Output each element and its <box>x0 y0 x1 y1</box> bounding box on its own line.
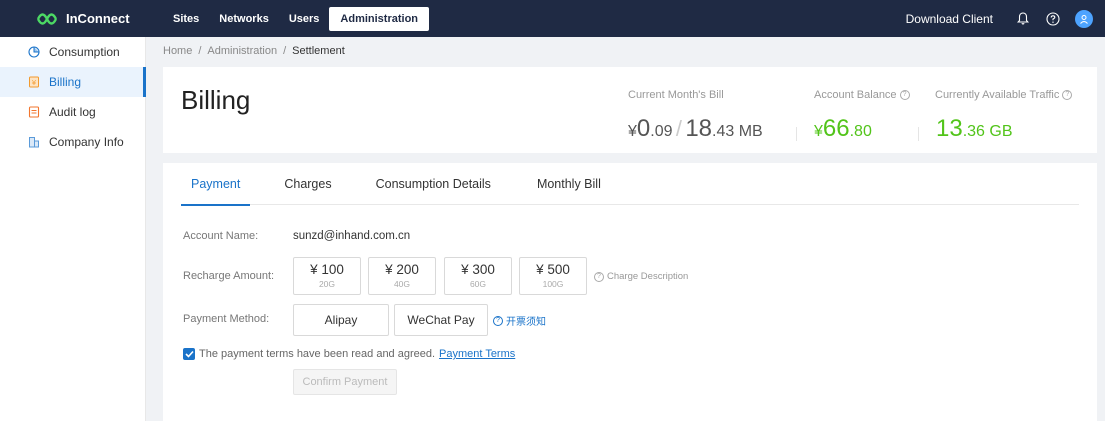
available-traffic-value: 13.36 GB <box>936 115 1013 143</box>
bill-amount-dec: .09 <box>650 123 673 140</box>
recharge-traffic: 100G <box>542 279 564 289</box>
account-balance-value: ¥66.80 <box>814 115 872 143</box>
account-balance-label-text: Account Balance <box>814 89 897 101</box>
user-avatar-icon[interactable] <box>1075 9 1093 28</box>
charge-description-text: Charge Description <box>607 271 689 282</box>
nav-networks[interactable]: Networks <box>209 7 279 31</box>
recharge-traffic: 20G <box>318 279 336 289</box>
breadcrumb-home[interactable]: Home <box>163 45 192 57</box>
payment-card: Payment Charges Consumption Details Mont… <box>163 163 1097 421</box>
balance-amount-int: 66 <box>822 115 850 142</box>
sidebar-item-audit-log[interactable]: Audit log <box>0 97 145 127</box>
stat-divider <box>796 127 797 141</box>
svg-text:¥: ¥ <box>31 79 36 87</box>
balance-amount-dec: .80 <box>849 123 872 140</box>
account-balance-label: Account Balance ? <box>814 89 910 101</box>
pie-chart-icon <box>27 46 40 59</box>
sidebar-item-label: Billing <box>49 75 82 89</box>
recharge-traffic: 60G <box>469 279 487 289</box>
inconnect-logo-icon <box>36 12 58 25</box>
app-logo[interactable]: InConnect <box>0 0 145 37</box>
recharge-option-500[interactable]: ¥ 500 100G <box>519 257 587 295</box>
sidebar-item-label: Company Info <box>49 135 124 149</box>
tab-payment[interactable]: Payment <box>180 163 251 206</box>
payment-terms-link[interactable]: Payment Terms <box>439 348 515 360</box>
invoice-notice-link[interactable]: ? 开票须知 <box>493 313 546 328</box>
current-bill-value: ¥0.09 / 18.43 MB <box>628 115 763 143</box>
main-nav: Sites Networks Users Administration <box>145 0 430 37</box>
confirm-payment-button[interactable]: Confirm Payment <box>293 369 397 395</box>
audit-log-icon <box>27 106 40 119</box>
sidebar-item-billing[interactable]: ¥ Billing <box>0 67 146 97</box>
traffic-value-dec: .36 GB <box>962 123 1013 140</box>
billing-summary-card: Billing Current Month's Bill ¥0.09 / 18.… <box>163 67 1097 153</box>
traffic-value-int: 13 <box>936 115 963 142</box>
question-icon[interactable]: ? <box>899 90 910 100</box>
terms-agreement: The payment terms have been read and agr… <box>183 348 515 360</box>
account-name-value: sunzd@inhand.com.cn <box>293 230 411 242</box>
nav-sites[interactable]: Sites <box>163 7 209 31</box>
charge-description-link[interactable]: ? Charge Description <box>594 271 688 282</box>
invoice-notice-text: 开票须知 <box>506 317 546 328</box>
app-name: InConnect <box>66 11 130 26</box>
recharge-price: ¥ 500 <box>536 262 570 277</box>
bill-currency: ¥ <box>628 123 637 140</box>
download-client-link[interactable]: Download Client <box>906 12 993 26</box>
sidebar-item-company-info[interactable]: Company Info <box>0 127 145 157</box>
breadcrumb-separator: / <box>283 45 287 57</box>
recharge-amount-label: Recharge Amount: <box>183 270 275 282</box>
billing-tabs: Payment Charges Consumption Details Mont… <box>180 163 1079 206</box>
tab-charges[interactable]: Charges <box>284 163 331 205</box>
bill-icon: ¥ <box>27 76 40 89</box>
top-navigation-bar: InConnect Sites Networks Users Administr… <box>0 0 1105 37</box>
available-traffic-label-text: Currently Available Traffic <box>935 89 1060 101</box>
sidebar-item-label: Consumption <box>49 45 120 59</box>
recharge-option-200[interactable]: ¥ 200 40G <box>368 257 436 295</box>
recharge-option-300[interactable]: ¥ 300 60G <box>444 257 512 295</box>
recharge-option-100[interactable]: ¥ 100 20G <box>293 257 361 295</box>
building-icon <box>27 136 40 149</box>
bill-traffic-int: 18 <box>685 115 713 142</box>
bill-traffic-dec: .43 MB <box>712 123 763 140</box>
breadcrumb-separator: / <box>198 45 202 57</box>
alipay-button[interactable]: Alipay <box>293 304 389 336</box>
current-bill-label: Current Month's Bill <box>628 89 724 101</box>
page-title: Billing <box>181 85 251 115</box>
current-bill-label-text: Current Month's Bill <box>628 89 724 101</box>
sidebar-item-label: Audit log <box>49 105 96 119</box>
agree-checkbox[interactable] <box>183 348 195 360</box>
tab-consumption-details[interactable]: Consumption Details <box>376 163 491 205</box>
available-traffic-label: Currently Available Traffic ? <box>935 89 1073 101</box>
account-name-label: Account Name: <box>183 230 259 242</box>
recharge-traffic: 40G <box>393 279 411 289</box>
sidebar: Consumption ¥ Billing Audit log Company … <box>0 37 146 421</box>
bill-separator: / <box>675 116 682 141</box>
question-icon: ? <box>493 315 503 326</box>
wechat-pay-button[interactable]: WeChat Pay <box>394 304 488 336</box>
tab-monthly-bill[interactable]: Monthly Bill <box>537 163 601 205</box>
recharge-price: ¥ 100 <box>310 262 344 277</box>
question-icon: ? <box>594 271 604 282</box>
balance-currency: ¥ <box>814 123 823 140</box>
sidebar-item-consumption[interactable]: Consumption <box>0 37 145 67</box>
recharge-price: ¥ 300 <box>461 262 495 277</box>
breadcrumb: Home / Administration / Settlement <box>163 45 345 57</box>
breadcrumb-administration[interactable]: Administration <box>207 45 277 57</box>
top-right-tools: Download Client <box>906 0 1105 37</box>
help-icon[interactable] <box>1045 11 1061 27</box>
nav-administration[interactable]: Administration <box>329 6 430 31</box>
bell-icon[interactable] <box>1015 11 1031 27</box>
nav-users[interactable]: Users <box>279 7 330 31</box>
bill-amount-int: 0 <box>636 115 651 142</box>
question-icon[interactable]: ? <box>1062 90 1073 100</box>
breadcrumb-settlement: Settlement <box>292 45 345 57</box>
agree-text: The payment terms have been read and agr… <box>199 348 436 360</box>
recharge-price: ¥ 200 <box>385 262 419 277</box>
payment-method-label: Payment Method: <box>183 313 270 325</box>
stat-divider <box>918 127 919 141</box>
